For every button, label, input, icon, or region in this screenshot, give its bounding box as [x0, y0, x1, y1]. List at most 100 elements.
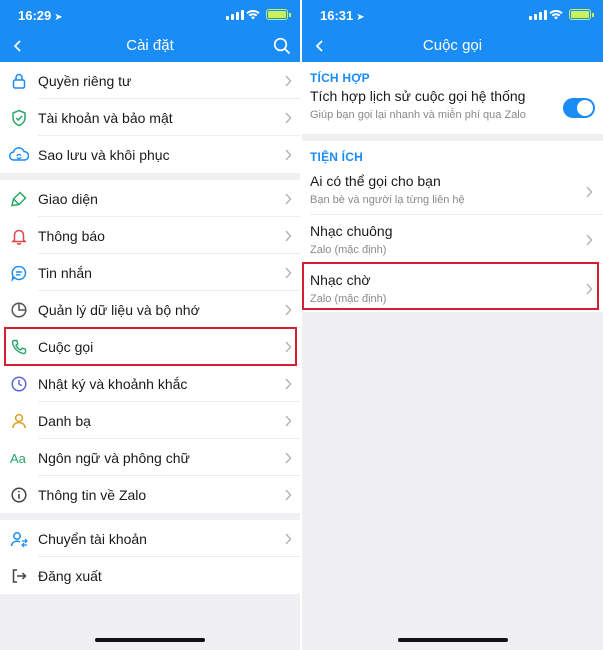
- section-title: TÍCH HỢP: [310, 71, 370, 85]
- settings-item-logout[interactable]: Đăng xuất: [0, 557, 300, 594]
- logout-icon: [0, 567, 38, 585]
- home-indicator: [397, 638, 508, 642]
- settings-item-about-zalo[interactable]: Thông tin về Zalo: [0, 476, 300, 513]
- chevron-right-icon: [276, 148, 300, 161]
- clock-storage-icon: [0, 301, 38, 319]
- chevron-right-icon: [276, 229, 300, 242]
- section-title: TIỆN ÍCH: [310, 150, 363, 164]
- chevron-right-icon: [585, 185, 593, 203]
- ringtone-item[interactable]: Nhạc chuông Zalo (mặc định): [302, 215, 603, 263]
- status-time: 16:29 ➤: [18, 8, 63, 23]
- phone-icon: [0, 338, 38, 356]
- calls-settings-screen: 16:31 ➤ Cuộc gọi TÍCH HỢP Tích hợp lịch s…: [302, 0, 603, 650]
- chevron-right-icon: [276, 532, 300, 545]
- battery-icon: [266, 9, 291, 20]
- settings-item-label: Cuộc gọi: [38, 338, 94, 355]
- settings-item-data-storage[interactable]: Quản lý dữ liệu và bộ nhớ: [0, 291, 300, 328]
- settings-item-journal-moments[interactable]: Nhật ký và khoảnh khắc: [0, 365, 300, 402]
- header-bar: 16:29 ➤ Cài đặt: [0, 0, 300, 62]
- settings-item-label: Sao lưu và khôi phục: [38, 146, 170, 163]
- svg-text:Aa: Aa: [10, 451, 27, 465]
- settings-group-2: Giao diện Thông báo Tin nhắn Quản lý dữ …: [0, 180, 300, 513]
- settings-item-switch-account[interactable]: Chuyển tài khoản: [0, 520, 300, 557]
- header-bar: 16:31 ➤ Cuộc gọi: [302, 0, 603, 62]
- settings-item-notifications[interactable]: Thông báo: [0, 217, 300, 254]
- search-icon: [273, 37, 291, 55]
- settings-item-label: Thông tin về Zalo: [38, 486, 147, 503]
- chevron-right-icon: [276, 414, 300, 427]
- integration-section: TÍCH HỢP Tích hợp lịch sử cuộc gọi hệ th…: [302, 62, 603, 134]
- settings-item-label: Tài khoản và bảo mật: [38, 109, 173, 126]
- home-indicator: [95, 638, 205, 642]
- status-bar: 16:29 ➤: [0, 6, 300, 24]
- settings-item-label: Nhật ký và khoảnh khắc: [38, 375, 188, 392]
- item-subtitle: Zalo (mặc định): [310, 293, 387, 305]
- status-bar: 16:31 ➤: [302, 6, 603, 24]
- chevron-right-icon: [276, 266, 300, 279]
- page-title: Cuộc gọi: [422, 37, 483, 54]
- settings-item-label: Đăng xuất: [38, 567, 102, 584]
- bell-icon: [0, 227, 38, 245]
- history-icon: [0, 375, 38, 393]
- info-icon: [0, 486, 38, 504]
- settings-group-1: Quyền riêng tư Tài khoản và bảo mật Sao …: [0, 62, 300, 173]
- settings-item-label: Giao diện: [38, 190, 98, 207]
- chevron-right-icon: [276, 192, 300, 205]
- chevron-right-icon: [276, 451, 300, 464]
- status-time: 16:31 ➤: [320, 8, 365, 23]
- cloud-sync-icon: [0, 146, 38, 164]
- settings-item-label: Chuyển tài khoản: [38, 530, 147, 547]
- settings-item-label: Thông báo: [38, 227, 105, 244]
- switch-account-icon: [0, 530, 38, 548]
- settings-item-backup-restore[interactable]: Sao lưu và khôi phục: [0, 136, 300, 173]
- chevron-right-icon: [276, 111, 300, 124]
- search-button[interactable]: [270, 34, 294, 58]
- settings-item-label: Quản lý dữ liệu và bộ nhớ: [38, 301, 200, 318]
- item-subtitle: Zalo (mặc định): [310, 244, 387, 256]
- ringback-tone-item[interactable]: Nhạc chờ Zalo (mặc định): [302, 264, 603, 312]
- chat-icon: [0, 264, 38, 282]
- wifi-icon: [246, 10, 260, 20]
- settings-item-label: Quyền riêng tư: [38, 72, 132, 89]
- chevron-right-icon: [276, 488, 300, 501]
- chevron-right-icon: [276, 377, 300, 390]
- item-title: Nhạc chờ: [310, 272, 371, 288]
- item-title: Tích hợp lịch sử cuộc gọi hệ thống: [310, 88, 526, 104]
- page-title: Cài đặt: [126, 37, 174, 54]
- settings-item-messages[interactable]: Tin nhắn: [0, 254, 300, 291]
- location-arrow-icon: ➤: [54, 12, 63, 23]
- who-can-call-item[interactable]: Ai có thể gọi cho bạn Bạn bè và người lạ…: [302, 167, 603, 214]
- chevron-right-icon: [276, 303, 300, 316]
- settings-item-language-font[interactable]: Aa Ngôn ngữ và phông chữ: [0, 439, 300, 476]
- contact-icon: [0, 412, 38, 430]
- settings-item-privacy[interactable]: Quyền riêng tư: [0, 62, 300, 99]
- chevron-right-icon: [585, 233, 593, 251]
- item-title: Ai có thể gọi cho bạn: [310, 173, 441, 189]
- settings-item-label: Tin nhắn: [38, 264, 92, 281]
- font-icon: Aa: [0, 451, 38, 465]
- settings-item-appearance[interactable]: Giao diện: [0, 180, 300, 217]
- settings-item-contacts[interactable]: Danh bạ: [0, 402, 300, 439]
- item-subtitle: Bạn bè và người lạ từng liên hệ: [310, 194, 465, 206]
- screenshot-composite: 16:29 ➤ Cài đặt Quyền riêng tư Tài khoản …: [0, 0, 603, 650]
- signal-icon: [226, 10, 244, 20]
- utilities-section: TIỆN ÍCH Ai có thể gọi cho bạn Bạn bè và…: [302, 141, 603, 312]
- call-history-toggle[interactable]: [563, 98, 595, 118]
- lock-icon: [0, 72, 38, 90]
- item-subtitle: Giúp bạn gọi lại nhanh và miễn phí qua Z…: [310, 109, 526, 121]
- settings-group-3: Chuyển tài khoản Đăng xuất: [0, 520, 300, 594]
- settings-item-label: Danh bạ: [38, 412, 91, 429]
- item-title: Nhạc chuông: [310, 223, 393, 239]
- battery-icon: [569, 9, 594, 20]
- call-history-integration-item[interactable]: Tích hợp lịch sử cuộc gọi hệ thống Giúp …: [302, 88, 603, 134]
- shield-icon: [0, 109, 38, 127]
- settings-screen: 16:29 ➤ Cài đặt Quyền riêng tư Tài khoản …: [0, 0, 300, 650]
- chevron-right-icon: [276, 340, 300, 353]
- chevron-right-icon: [276, 74, 300, 87]
- location-arrow-icon: ➤: [356, 12, 365, 23]
- settings-item-calls[interactable]: Cuộc gọi: [0, 328, 300, 365]
- brush-icon: [0, 190, 38, 208]
- settings-item-label: Ngôn ngữ và phông chữ: [38, 449, 190, 466]
- settings-item-account-security[interactable]: Tài khoản và bảo mật: [0, 99, 300, 136]
- signal-icon: [529, 10, 547, 20]
